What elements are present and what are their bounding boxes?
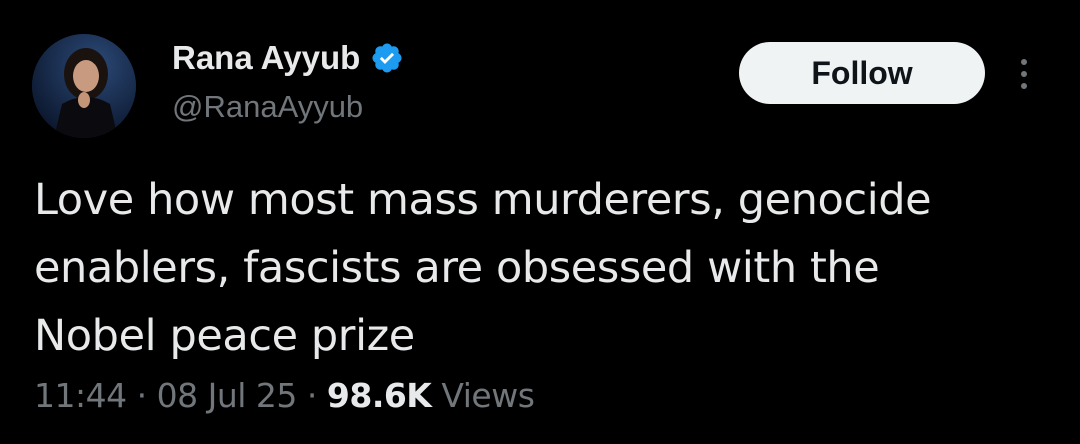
tweet-meta: 11:44 · 08 Jul 25 · 98.6K Views <box>34 374 535 418</box>
more-dot <box>1021 59 1027 65</box>
author-name-text[interactable]: Rana Ayyub <box>172 38 360 78</box>
meta-separator: · <box>306 376 318 415</box>
tweet-text-line: Nobel peace prize <box>34 311 415 361</box>
tweet-text-line: enablers, fascists are obsessed with the <box>34 243 880 293</box>
avatar-image <box>32 34 136 138</box>
meta-separator: · <box>136 376 148 415</box>
tweet-text: Love how most mass murderers, genocide e… <box>34 166 1044 370</box>
author-handle[interactable]: @RanaAyyub <box>172 88 363 126</box>
follow-button[interactable]: Follow <box>739 42 985 104</box>
more-dot <box>1021 71 1027 77</box>
tweet-text-line: Love how most mass murderers, genocide <box>34 175 932 225</box>
more-dot <box>1021 83 1027 89</box>
avatar[interactable] <box>32 34 136 138</box>
tweet-card: Rana Ayyub @RanaAyyub Follow Love how mo… <box>0 0 1080 444</box>
tweet-time[interactable]: 11:44 <box>34 376 127 415</box>
views-count[interactable]: 98.6K <box>327 376 432 415</box>
verified-badge-icon <box>372 43 402 73</box>
views-label: Views <box>441 376 535 415</box>
more-vertical-icon[interactable] <box>1010 52 1038 96</box>
tweet-date[interactable]: 08 Jul 25 <box>157 376 298 415</box>
author-name[interactable]: Rana Ayyub <box>172 38 404 78</box>
